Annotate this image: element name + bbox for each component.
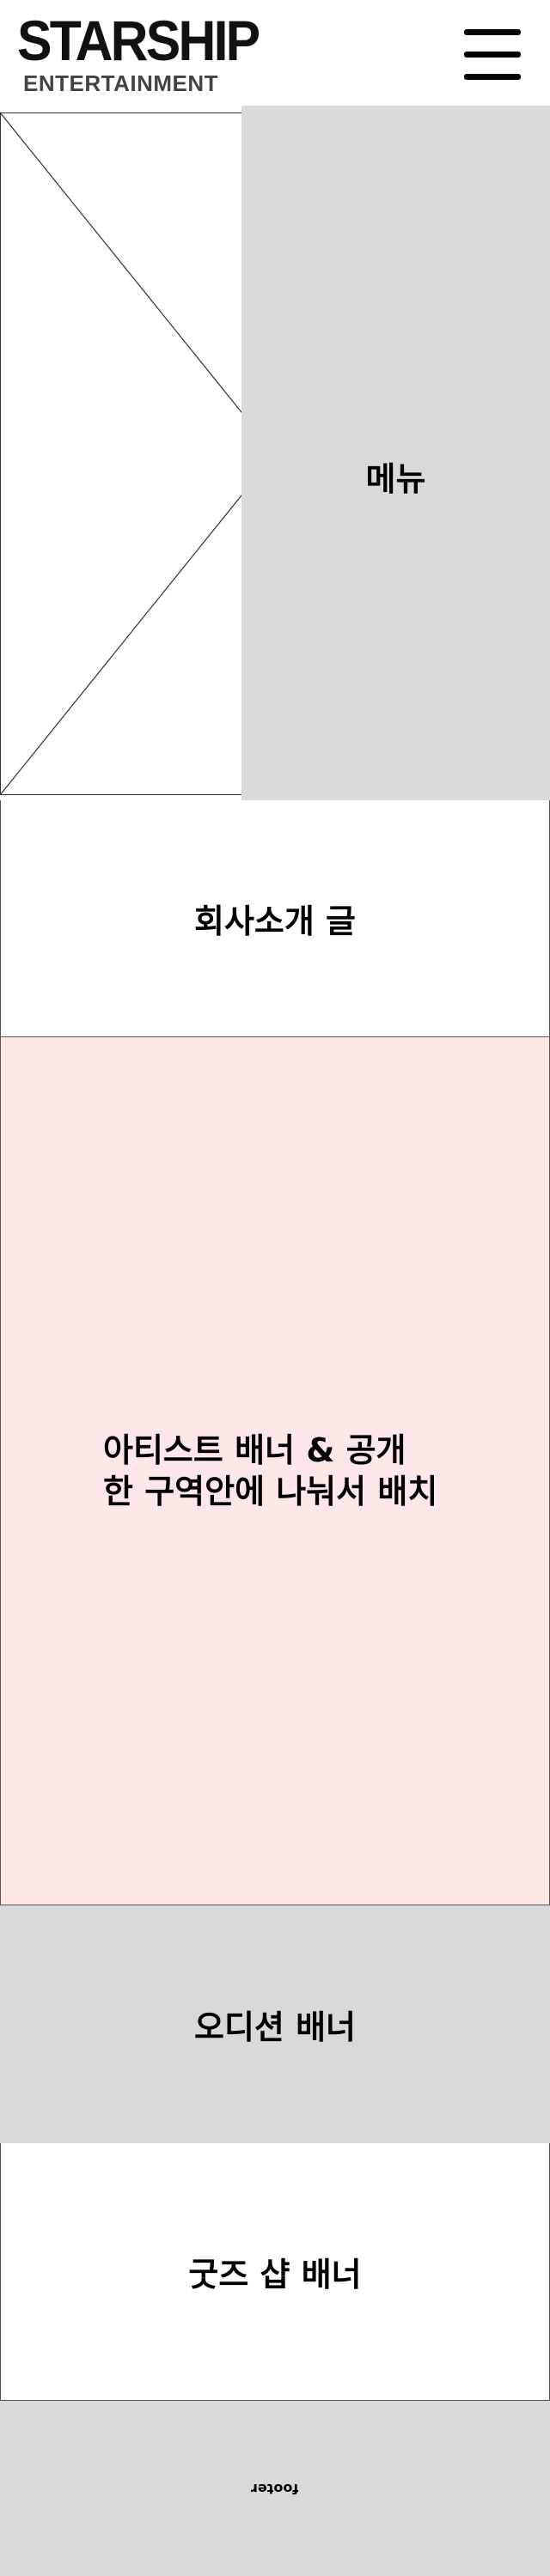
hamburger-icon[interactable] <box>462 27 522 81</box>
audition-banner-label: 오디션 배너 <box>193 2008 357 2046</box>
logo-wordmark[interactable]: STARSHIP <box>17 12 260 69</box>
artist-banner-section[interactable]: 아티스트 배너 & 공개 한 구역안에 나눠서 배치 <box>0 1036 550 1905</box>
site-footer: footer <box>0 2401 550 2576</box>
company-intro-label: 회사소개 글 <box>193 902 357 940</box>
goods-shop-banner-label: 굿즈 샵 배너 <box>188 2256 362 2293</box>
footer-label: footer <box>251 2480 299 2497</box>
company-intro-section: 회사소개 글 <box>0 800 550 1037</box>
hamburger-bar <box>464 52 521 58</box>
logo-subtitle: ENTERTAINMENT <box>23 70 219 96</box>
menu-panel[interactable]: 메뉴 <box>241 106 550 846</box>
goods-shop-banner-section[interactable]: 굿즈 샵 배너 <box>0 2143 550 2401</box>
artist-banner-text: 아티스트 배너 & 공개 한 구역안에 나눠서 배치 <box>95 1430 455 1512</box>
hamburger-bar <box>464 29 521 35</box>
artist-banner-line2: 한 구역안에 나눠서 배치 <box>103 1473 438 1510</box>
site-header: STARSHIP ENTERTAINMENT <box>0 0 550 105</box>
menu-label: 메뉴 <box>365 459 426 498</box>
hamburger-bar <box>464 74 521 80</box>
artist-banner-line1: 아티스트 배너 & 공개 <box>103 1431 406 1469</box>
audition-banner-section[interactable]: 오디션 배너 <box>0 1905 550 2143</box>
